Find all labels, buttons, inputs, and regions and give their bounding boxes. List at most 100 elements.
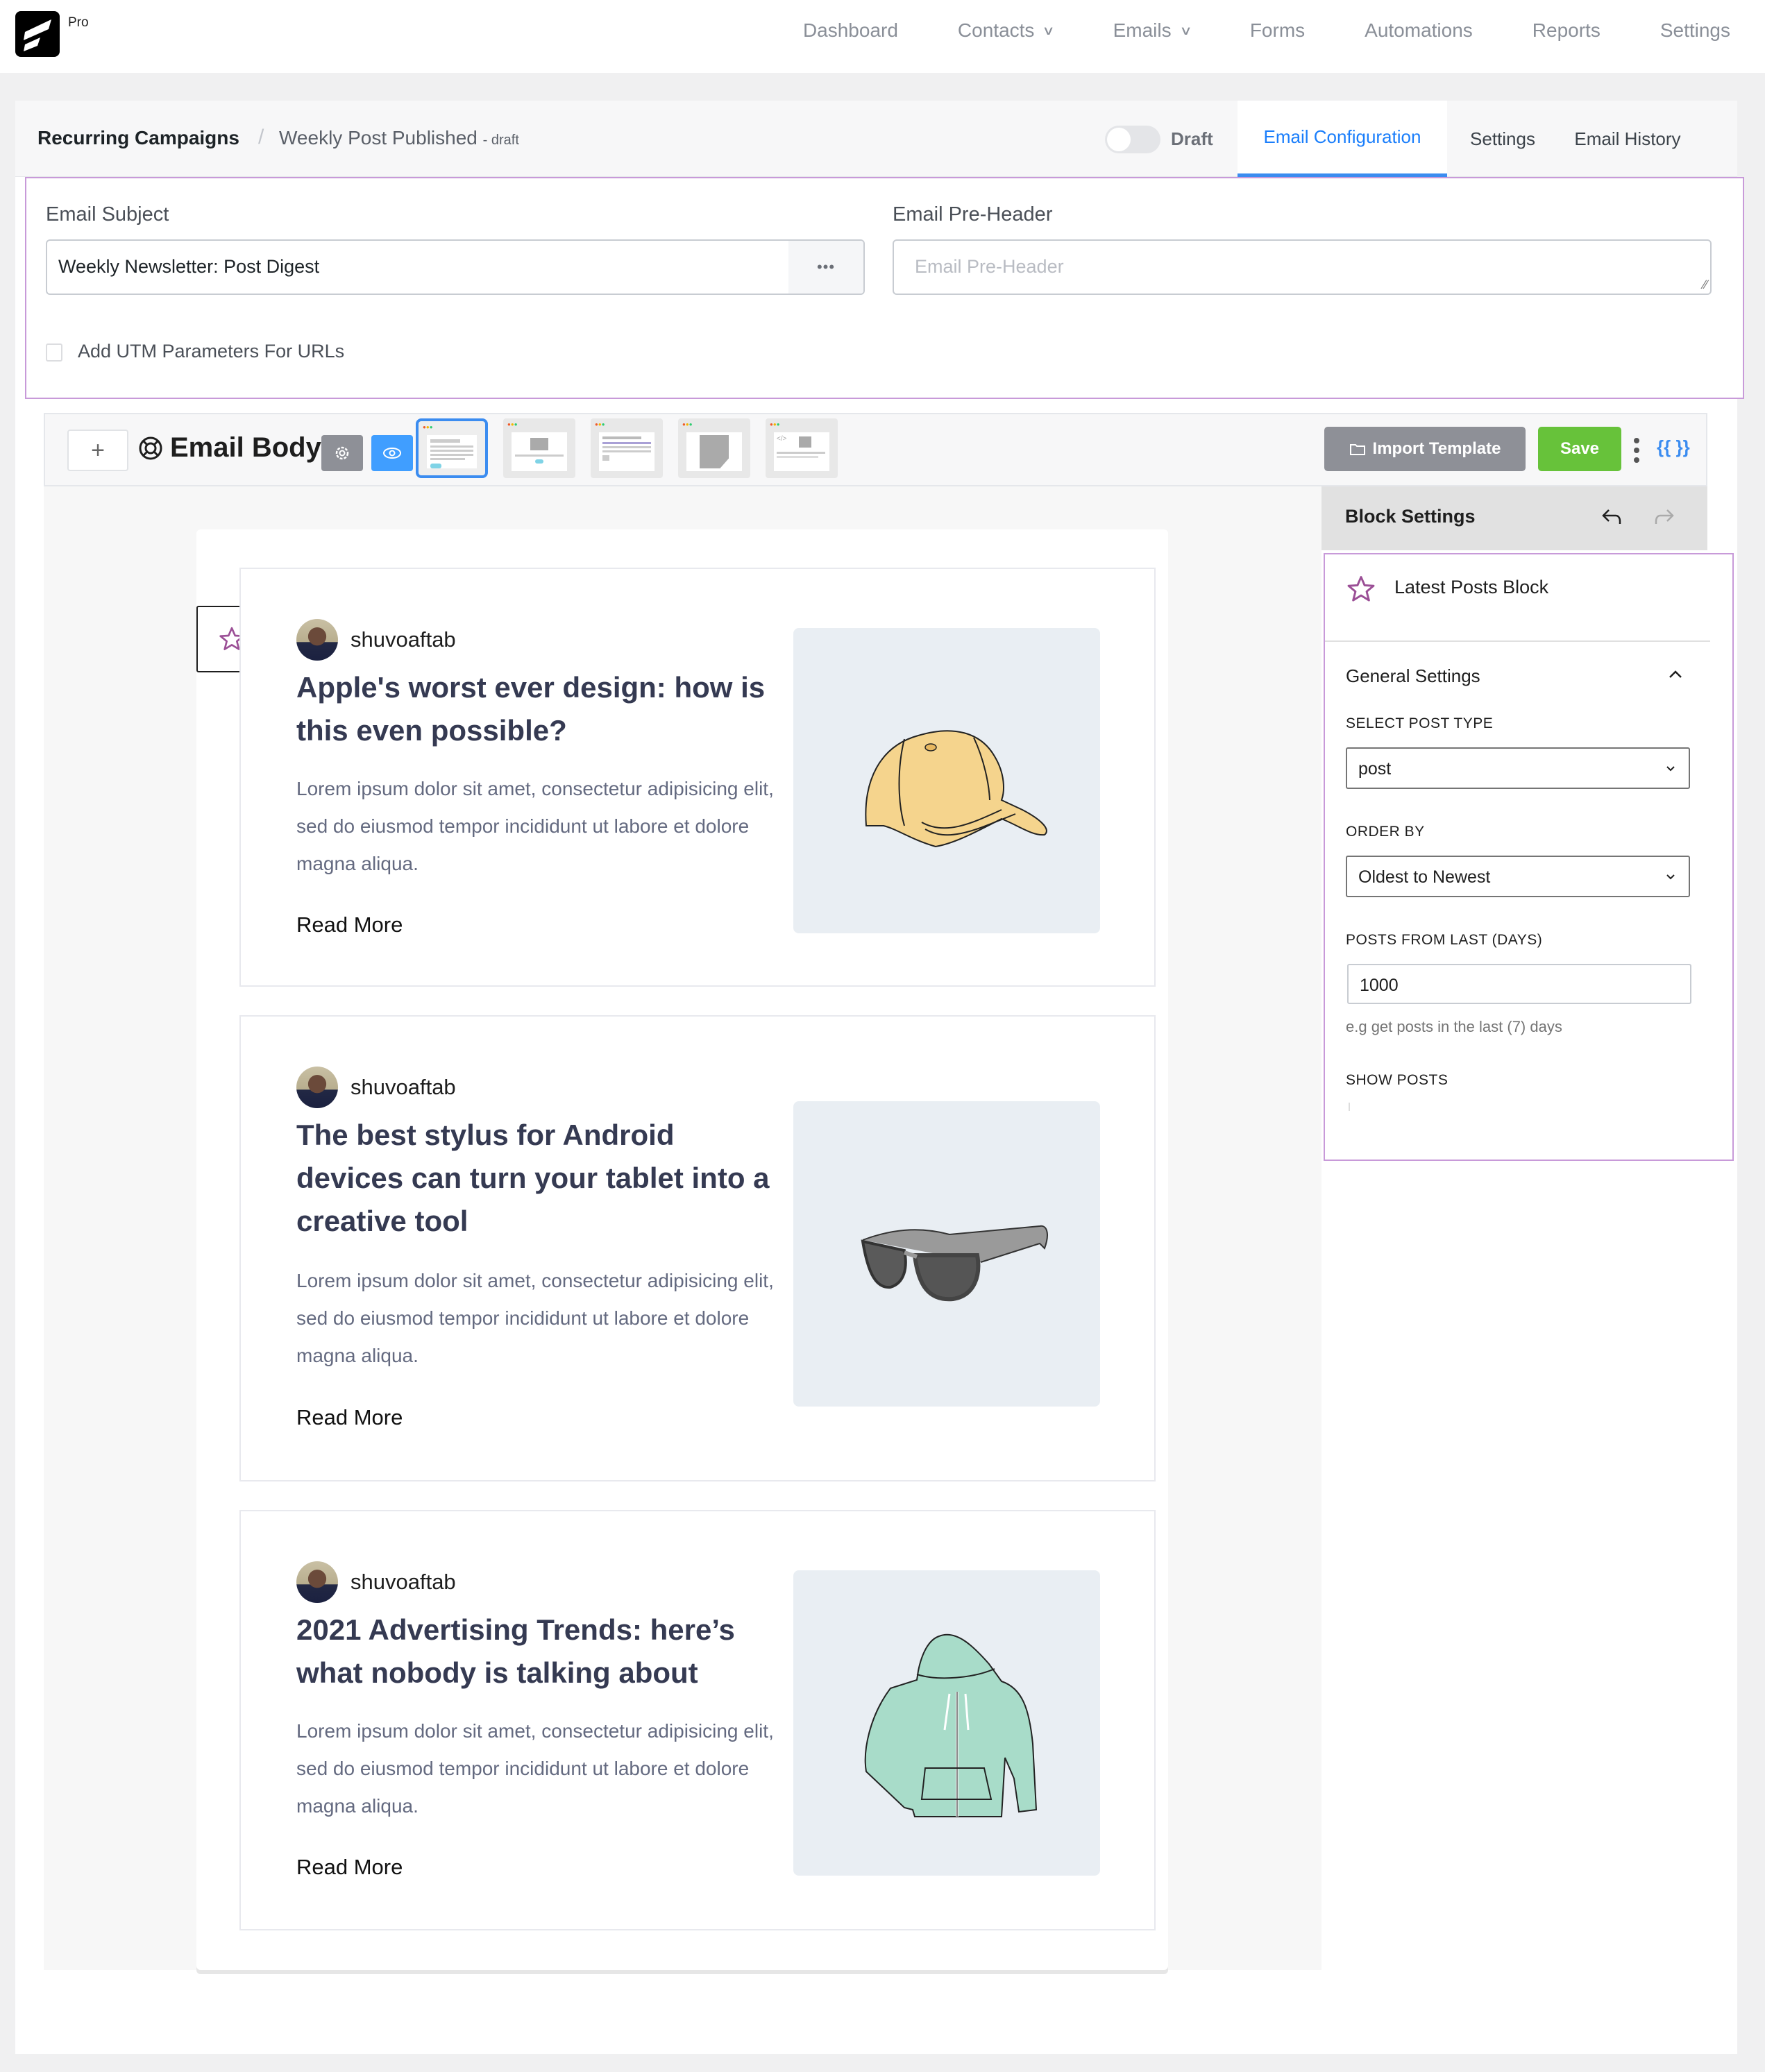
undo-icon[interactable]	[1599, 504, 1624, 529]
template-thumb-plain[interactable]: ●●●	[678, 418, 750, 478]
template-thumb-simple[interactable]: ●●●	[416, 418, 488, 478]
add-block-button[interactable]: +	[67, 430, 128, 471]
post-author: shuvoaftab	[296, 1067, 456, 1108]
nav-label: Automations	[1365, 19, 1473, 41]
eye-icon	[383, 448, 401, 459]
read-more-link[interactable]: Read More	[296, 1855, 403, 1880]
template-preview	[686, 432, 742, 471]
tab-settings[interactable]: Settings	[1447, 101, 1558, 177]
email-preheader-textarea[interactable]: Email Pre-Header ∕∕	[893, 239, 1712, 295]
nav-contacts[interactable]: Contacts ∨	[958, 19, 1056, 42]
days-input[interactable]: 1000	[1347, 964, 1691, 1004]
chevron-down-icon: ∨	[1179, 23, 1192, 37]
order-by-value: Oldest to Newest	[1358, 867, 1491, 887]
app-logo[interactable]	[15, 11, 60, 57]
show-posts-label: SHOW POSTS	[1346, 1072, 1449, 1088]
preheader-placeholder: Email Pre-Header	[915, 256, 1064, 277]
subject-label: Email Subject	[46, 203, 169, 226]
top-nav: Pro Dashboard Contacts ∨ Emails ∨ Forms Au…	[0, 0, 1765, 73]
utm-label: Add UTM Parameters For URLs	[78, 341, 345, 362]
nav-label: Reports	[1532, 19, 1601, 41]
more-options-icon[interactable]	[1630, 431, 1644, 470]
nav-emails[interactable]: Emails ∨	[1113, 19, 1192, 42]
editor-toolbar: + Email Body ●●● ●●● ●●● ●●● ●●● </> Imp…	[44, 413, 1707, 486]
template-preview	[427, 435, 477, 468]
template-thumb-html[interactable]: ●●● </>	[766, 418, 838, 478]
template-thumb-image[interactable]: ●●●	[503, 418, 575, 478]
window-dots-icon: ●●●	[423, 424, 433, 430]
show-posts-slider[interactable]	[1349, 1103, 1350, 1111]
template-thumb-newsletter[interactable]: ●●●	[591, 418, 663, 478]
lifebuoy-icon	[139, 436, 162, 459]
post-author: shuvoaftab	[296, 619, 456, 661]
post-item[interactable]: shuvoaftab Apple's worst ever design: ho…	[239, 568, 1156, 987]
nav-forms[interactable]: Forms	[1250, 19, 1305, 42]
email-body-title: Email Body	[138, 432, 321, 464]
preview-button[interactable]	[371, 435, 413, 471]
post-title[interactable]: 2021 Advertising Trends: here’s what nob…	[296, 1608, 782, 1695]
email-subject-input[interactable]: Weekly Newsletter: Post Digest •••	[46, 239, 865, 295]
post-type-value: post	[1358, 759, 1392, 779]
order-by-select[interactable]: Oldest to Newest	[1346, 856, 1690, 897]
smartcode-button[interactable]: {{ }}	[1657, 436, 1690, 458]
save-button[interactable]: Save	[1538, 427, 1621, 471]
preheader-label: Email Pre-Header	[893, 203, 1053, 226]
chevron-down-icon	[1666, 874, 1675, 880]
read-more-link[interactable]: Read More	[296, 912, 403, 937]
post-excerpt: Lorem ipsum dolor sit amet, consectetur …	[296, 1720, 774, 1817]
nav-label: Forms	[1249, 19, 1306, 41]
post-title[interactable]: The best stylus for Android devices can …	[296, 1114, 782, 1243]
campaign-name: Weekly Post Published	[279, 127, 478, 148]
header-bar: Recurring Campaigns / Weekly Post Publis…	[15, 101, 1737, 177]
smartcode-more-button[interactable]: •••	[788, 241, 863, 294]
breadcrumb-current: Weekly Post Published - draft	[279, 127, 519, 149]
tab-email-history[interactable]: Email History	[1558, 101, 1697, 177]
import-template-button[interactable]: Import Template	[1324, 427, 1526, 471]
chevron-down-icon	[1666, 766, 1675, 772]
block-settings-header: Block Settings	[1321, 486, 1707, 550]
tab-email-configuration[interactable]: Email Configuration	[1238, 101, 1447, 177]
author-name: shuvoaftab	[351, 1075, 456, 1099]
nav-reports[interactable]: Reports	[1532, 19, 1601, 42]
nav-label: Settings	[1660, 19, 1730, 41]
email-body-label: Email Body	[170, 432, 321, 463]
campaign-editor: Recurring Campaigns / Weekly Post Publis…	[15, 101, 1744, 2054]
cap-illustration-icon	[865, 730, 1047, 848]
post-type-select[interactable]: post	[1346, 747, 1690, 789]
nav-automations[interactable]: Automations	[1365, 19, 1473, 42]
status-toggle[interactable]	[1105, 126, 1160, 153]
post-title[interactable]: Apple's worst ever design: how is this e…	[296, 666, 782, 752]
divider	[1325, 640, 1710, 642]
subject-value: Weekly Newsletter: Post Digest	[58, 256, 320, 277]
breadcrumb-root[interactable]: Recurring Campaigns	[37, 127, 239, 149]
days-label: POSTS FROM LAST (DAYS)	[1346, 932, 1543, 948]
hoodie-illustration-icon	[864, 1633, 1038, 1817]
utm-checkbox[interactable]	[46, 343, 62, 362]
block-settings-title: Block Settings	[1345, 506, 1476, 527]
nav-label: Dashboard	[802, 19, 898, 41]
breadcrumb-separator: /	[258, 126, 264, 148]
post-image	[793, 1570, 1100, 1876]
nav-label: Emails	[1113, 19, 1172, 41]
post-item[interactable]: shuvoaftab The best stylus for Android d…	[239, 1015, 1156, 1481]
template-preview	[599, 432, 655, 471]
nav-settings[interactable]: Settings	[1660, 19, 1730, 42]
window-dots-icon: ●●●	[770, 421, 780, 427]
chevron-up-icon[interactable]	[1665, 664, 1686, 685]
author-avatar	[296, 619, 338, 661]
window-dots-icon: ●●●	[682, 421, 693, 427]
redo-icon[interactable]	[1652, 504, 1677, 529]
nav-dashboard[interactable]: Dashboard	[803, 19, 898, 42]
days-value: 1000	[1360, 976, 1399, 995]
post-image	[793, 628, 1100, 933]
post-image	[793, 1101, 1100, 1407]
block-settings-panel: Latest Posts Block General Settings SELE…	[1324, 553, 1734, 1161]
post-excerpt: Lorem ipsum dolor sit amet, consectetur …	[296, 778, 774, 874]
chevron-down-icon: ∨	[1042, 23, 1056, 37]
general-settings-title[interactable]: General Settings	[1346, 665, 1480, 687]
resize-handle-icon[interactable]: ∕∕	[1703, 278, 1707, 292]
read-more-link[interactable]: Read More	[296, 1405, 403, 1430]
post-item[interactable]: shuvoaftab 2021 Advertising Trends: here…	[239, 1510, 1156, 1930]
author-avatar	[296, 1561, 338, 1603]
body-settings-button[interactable]	[321, 435, 363, 471]
